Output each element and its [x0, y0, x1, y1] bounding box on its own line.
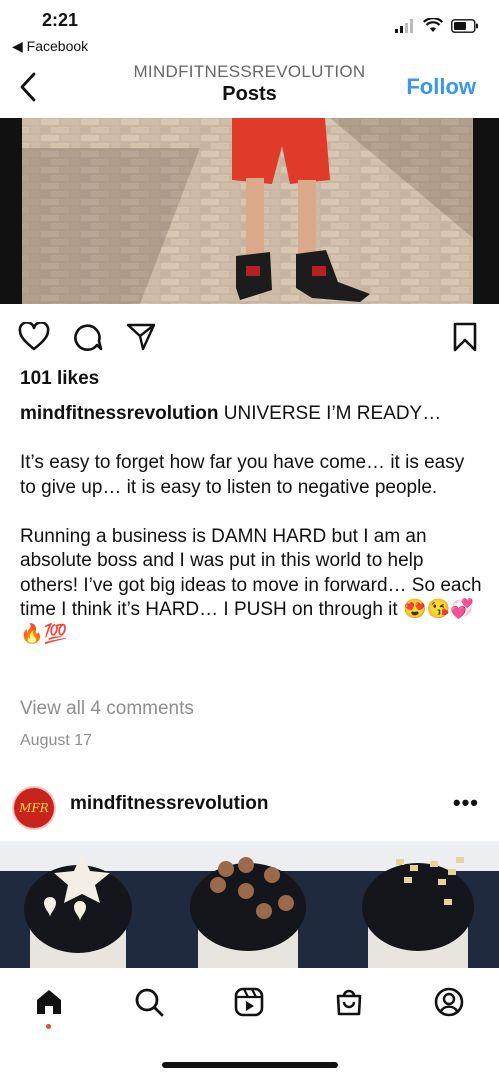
avatar-text: MFR [19, 801, 49, 815]
cupcakes-image [0, 841, 499, 969]
signal-icon [395, 18, 413, 33]
next-post-photo[interactable] [0, 841, 499, 969]
post-date: August 17 [20, 732, 93, 749]
back-to-facebook-link[interactable]: ◀ Facebook [12, 38, 88, 55]
bottom-navigation [0, 968, 499, 1080]
battery-icon [451, 18, 478, 33]
home-indicator [162, 1062, 338, 1068]
comment-icon[interactable] [73, 322, 103, 352]
caption-paragraph-2: It’s easy to forget how far you have com… [20, 452, 465, 498]
reels-icon[interactable] [233, 986, 265, 1018]
post-image [0, 118, 499, 304]
wifi-icon [423, 18, 443, 32]
next-post-username[interactable]: mindfitnessrevolution [70, 793, 268, 815]
profile-icon[interactable] [433, 986, 465, 1018]
post-caption: mindfitnessrevolution UNIVERSE I’M READY… [20, 402, 485, 647]
avatar[interactable]: MFR [12, 786, 56, 830]
follow-button[interactable]: Follow [406, 74, 476, 100]
send-icon[interactable] [126, 322, 156, 352]
post-photo[interactable] [0, 118, 499, 304]
caption-first-line: UNIVERSE I’M READY… [223, 403, 442, 424]
home-notification-dot [46, 1024, 51, 1029]
more-options-icon[interactable]: ••• [453, 790, 479, 816]
view-comments-link[interactable]: View all 4 comments [20, 698, 194, 720]
search-icon[interactable] [133, 986, 165, 1018]
likes-count[interactable]: 101 likes [20, 368, 99, 390]
shop-icon[interactable] [333, 986, 365, 1018]
home-icon[interactable] [33, 986, 65, 1018]
status-icons [395, 18, 479, 33]
bookmark-icon[interactable] [452, 322, 478, 352]
status-time: 2:21 [42, 10, 79, 30]
caption-username[interactable]: mindfitnessrevolution [20, 403, 218, 424]
heart-icon[interactable] [18, 322, 50, 352]
